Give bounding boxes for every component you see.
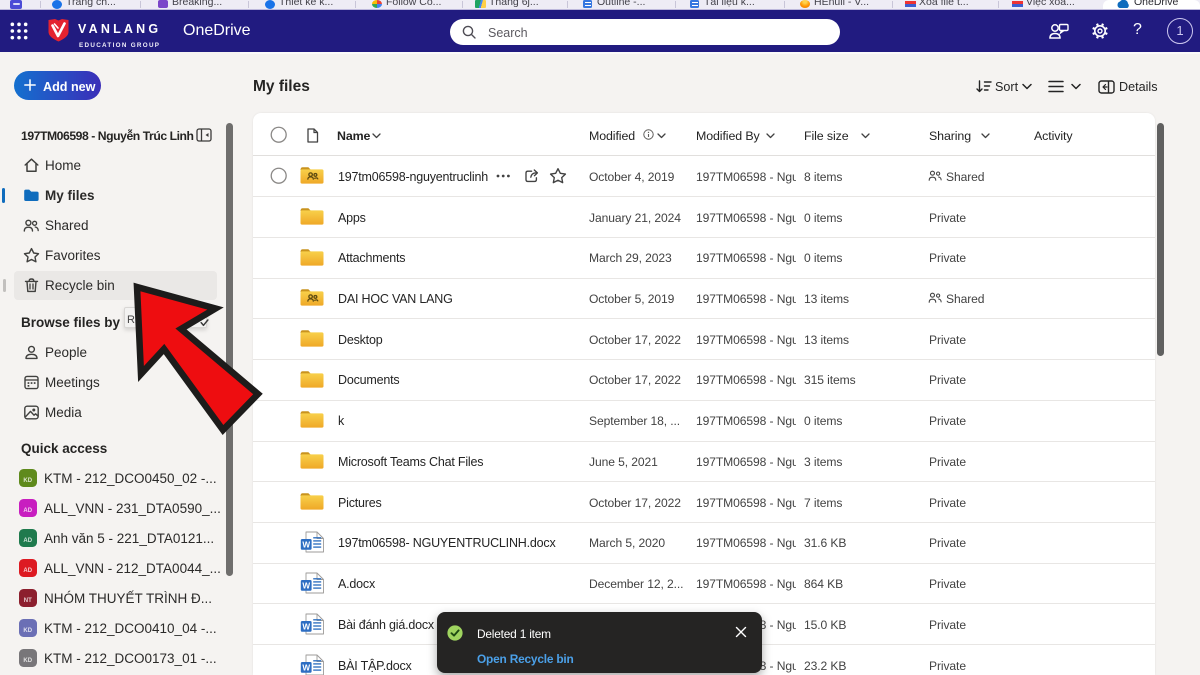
- svg-text:W: W: [302, 541, 310, 550]
- svg-text:W: W: [302, 663, 310, 672]
- svg-text:W: W: [302, 622, 310, 631]
- svg-text:W: W: [302, 581, 310, 590]
